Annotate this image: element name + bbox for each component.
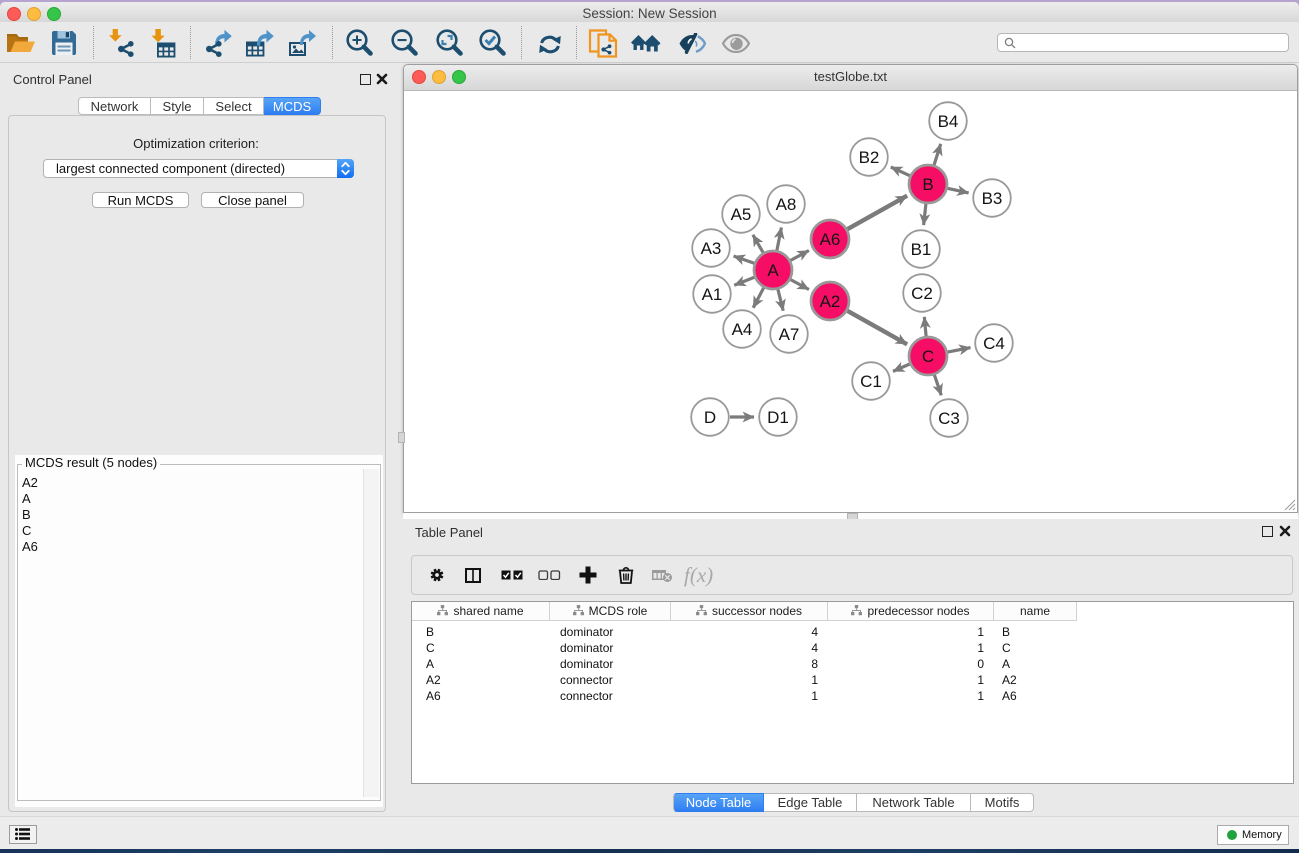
svg-text:B3: B3	[982, 189, 1003, 208]
svg-text:A4: A4	[732, 320, 753, 339]
svg-text:C4: C4	[983, 334, 1005, 353]
svg-text:A: A	[767, 261, 779, 280]
svg-text:A2: A2	[820, 292, 841, 311]
svg-text:C: C	[922, 347, 934, 366]
svg-text:B4: B4	[938, 112, 959, 131]
svg-text:B1: B1	[911, 240, 932, 259]
svg-text:A8: A8	[776, 195, 797, 214]
svg-text:A6: A6	[820, 230, 841, 249]
svg-text:C1: C1	[860, 372, 882, 391]
svg-text:A3: A3	[701, 239, 722, 258]
svg-text:C2: C2	[911, 284, 933, 303]
svg-text:D1: D1	[767, 408, 789, 427]
svg-text:B: B	[922, 175, 933, 194]
svg-text:B2: B2	[859, 148, 880, 167]
svg-text:A5: A5	[731, 205, 752, 224]
svg-text:C3: C3	[938, 409, 960, 428]
svg-text:D: D	[704, 408, 716, 427]
svg-text:A1: A1	[702, 285, 723, 304]
svg-text:A7: A7	[779, 325, 800, 344]
